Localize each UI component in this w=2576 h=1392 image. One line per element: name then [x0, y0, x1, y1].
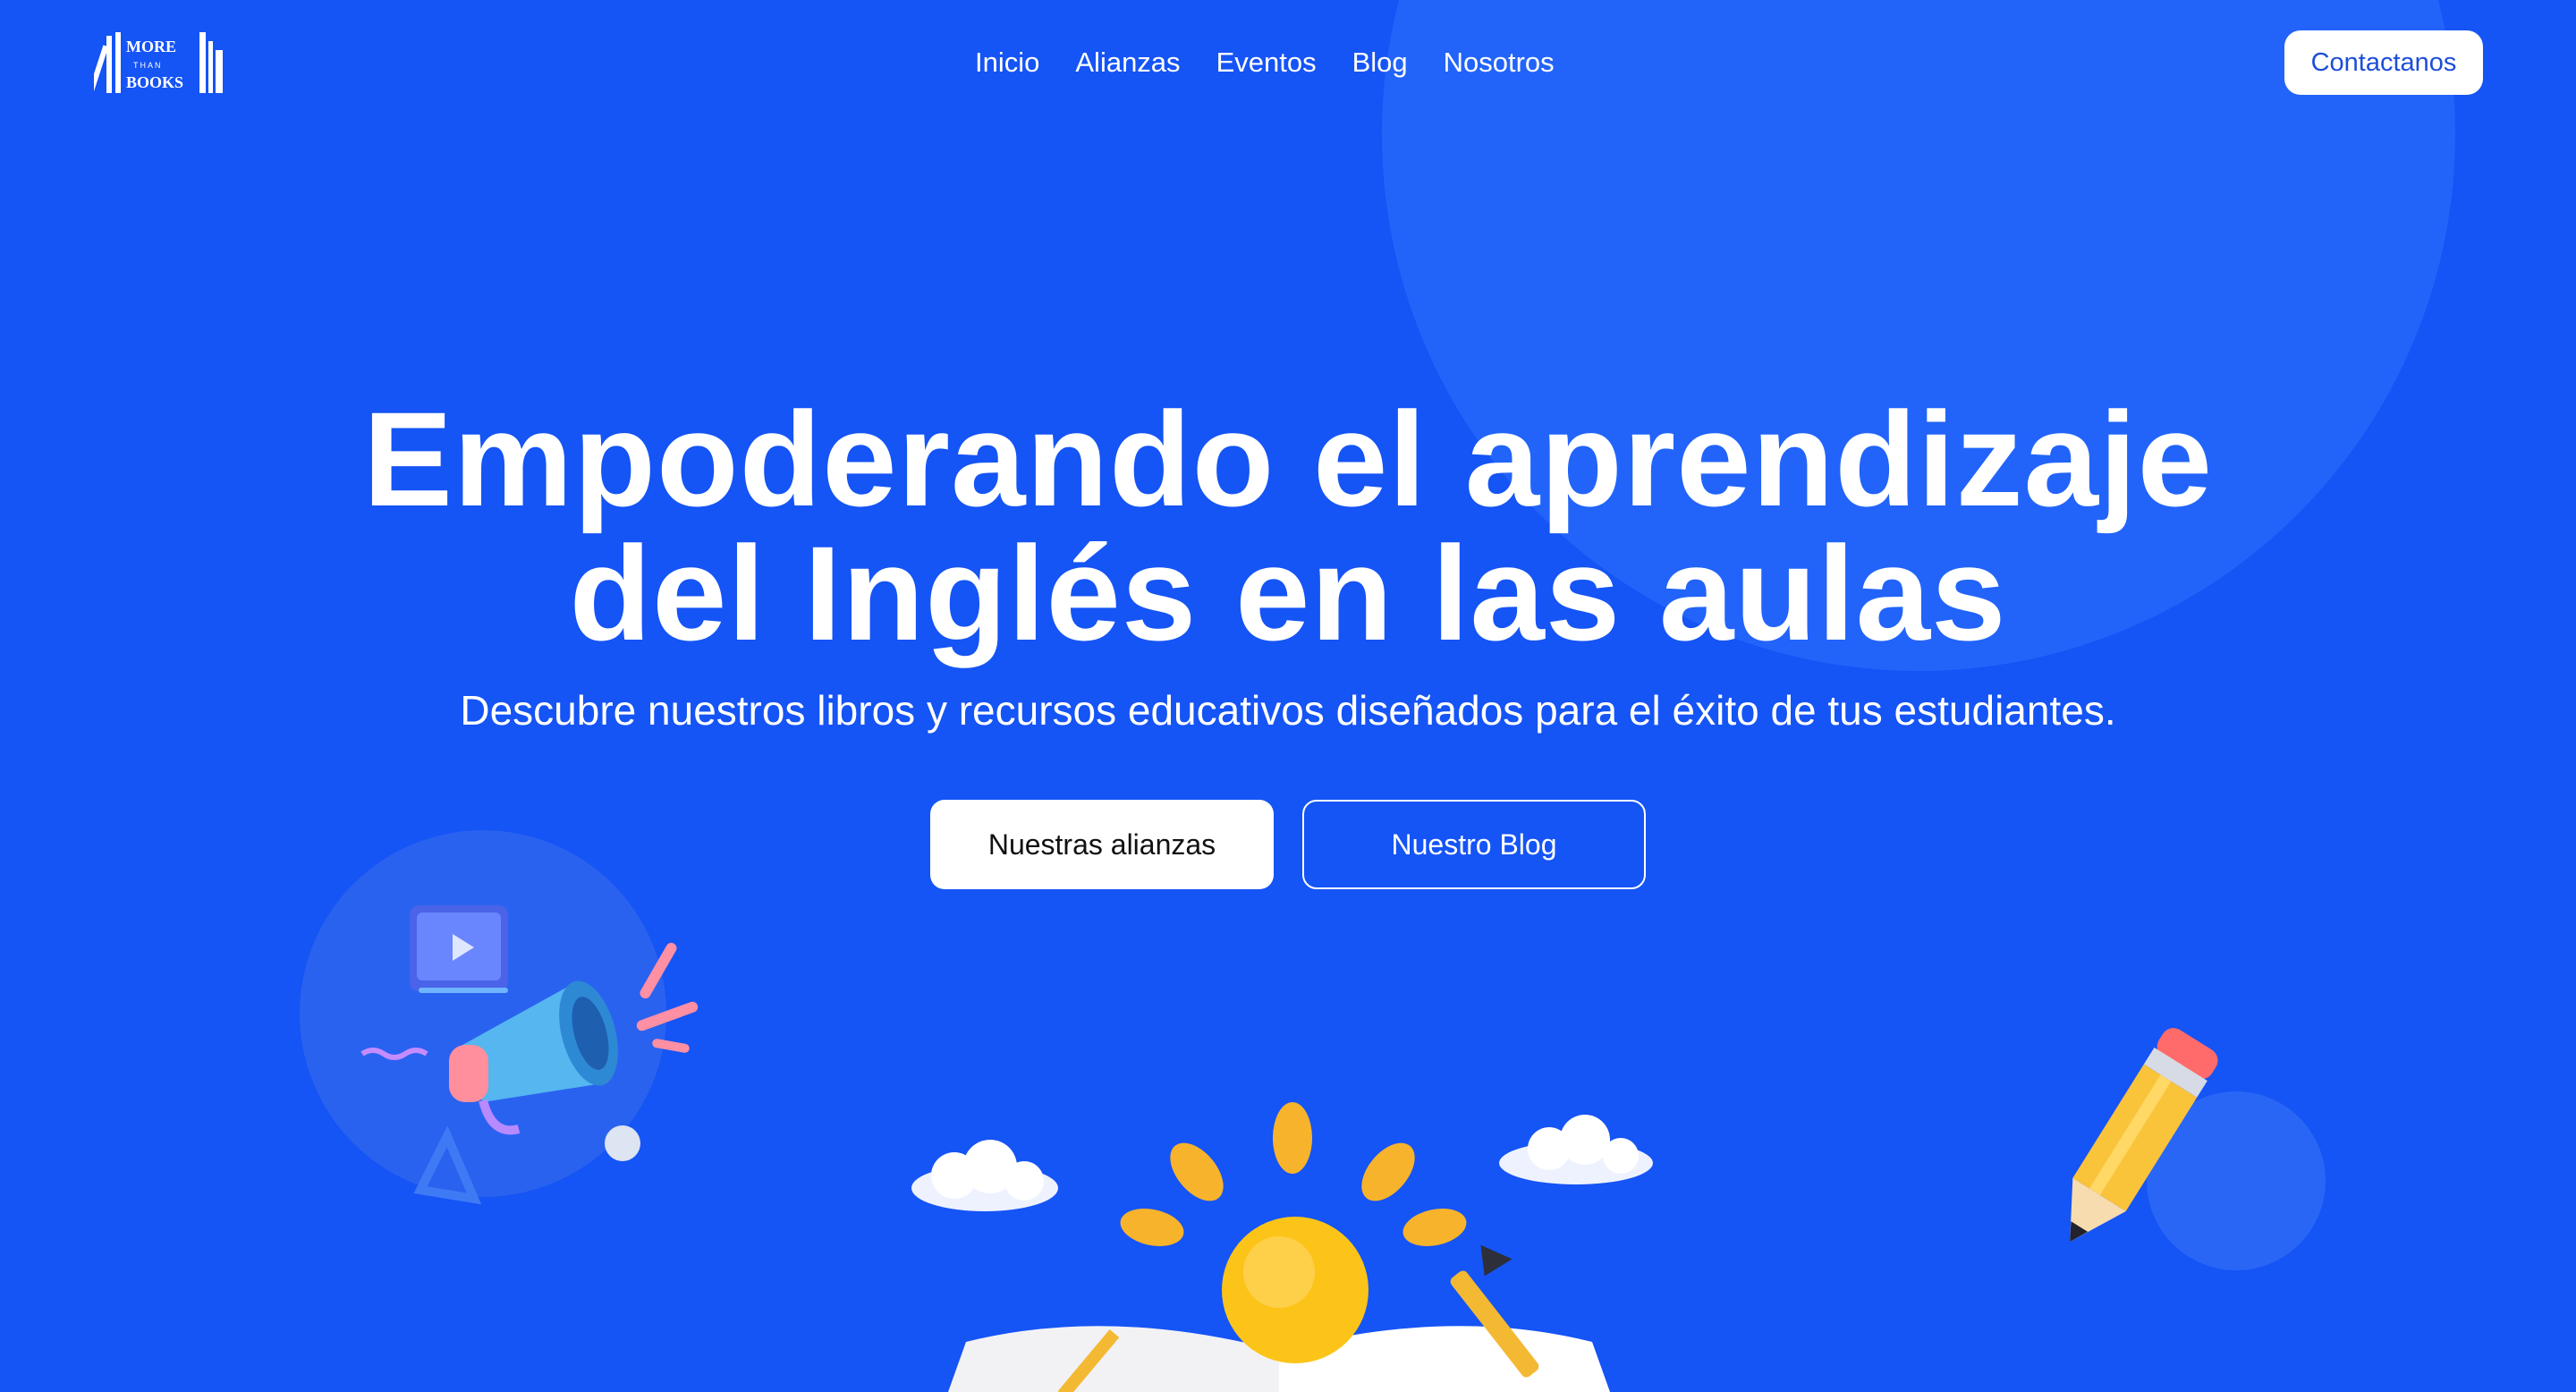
lightbulb-icon	[1120, 1102, 1467, 1363]
blog-button[interactable]: Nuestro Blog	[1302, 800, 1646, 889]
nav-blog[interactable]: Blog	[1352, 45, 1408, 81]
nav-inicio[interactable]: Inicio	[975, 45, 1039, 81]
nav-alianzas[interactable]: Alianzas	[1075, 45, 1180, 81]
alliances-button[interactable]: Nuestras alianzas	[930, 800, 1274, 889]
logo[interactable]: MORE THAN BOOKS	[88, 29, 228, 95]
hero-title-line2: del Inglés en las aulas	[569, 518, 2007, 668]
megaphone-illustration	[360, 905, 699, 1205]
nav-nosotros[interactable]: Nosotros	[1444, 45, 1555, 81]
hero-title: Empoderando el aprendizaje del Inglés en…	[0, 392, 2576, 660]
hero-subtitle: Descubre nuestros libros y recursos educ…	[460, 687, 2116, 734]
logo-text-more: MORE	[126, 38, 176, 55]
megaphone-icon	[449, 980, 618, 1135]
logo-text-than: THAN	[133, 61, 163, 70]
nav-eventos[interactable]: Eventos	[1216, 45, 1317, 81]
video-play-icon	[410, 905, 508, 993]
hero-title-line1: Empoderando el aprendizaje	[362, 384, 2214, 534]
pencil-icon	[2070, 1028, 2218, 1242]
logo-icon: MORE THAN BOOKS	[88, 32, 223, 93]
logo-text-books: BOOKS	[126, 73, 183, 91]
contact-button[interactable]: Contactanos	[2284, 30, 2483, 95]
main-nav: Inicio Alianzas Eventos Blog Nosotros	[975, 45, 1555, 81]
lightbulb-book-illustration	[948, 1102, 1610, 1392]
